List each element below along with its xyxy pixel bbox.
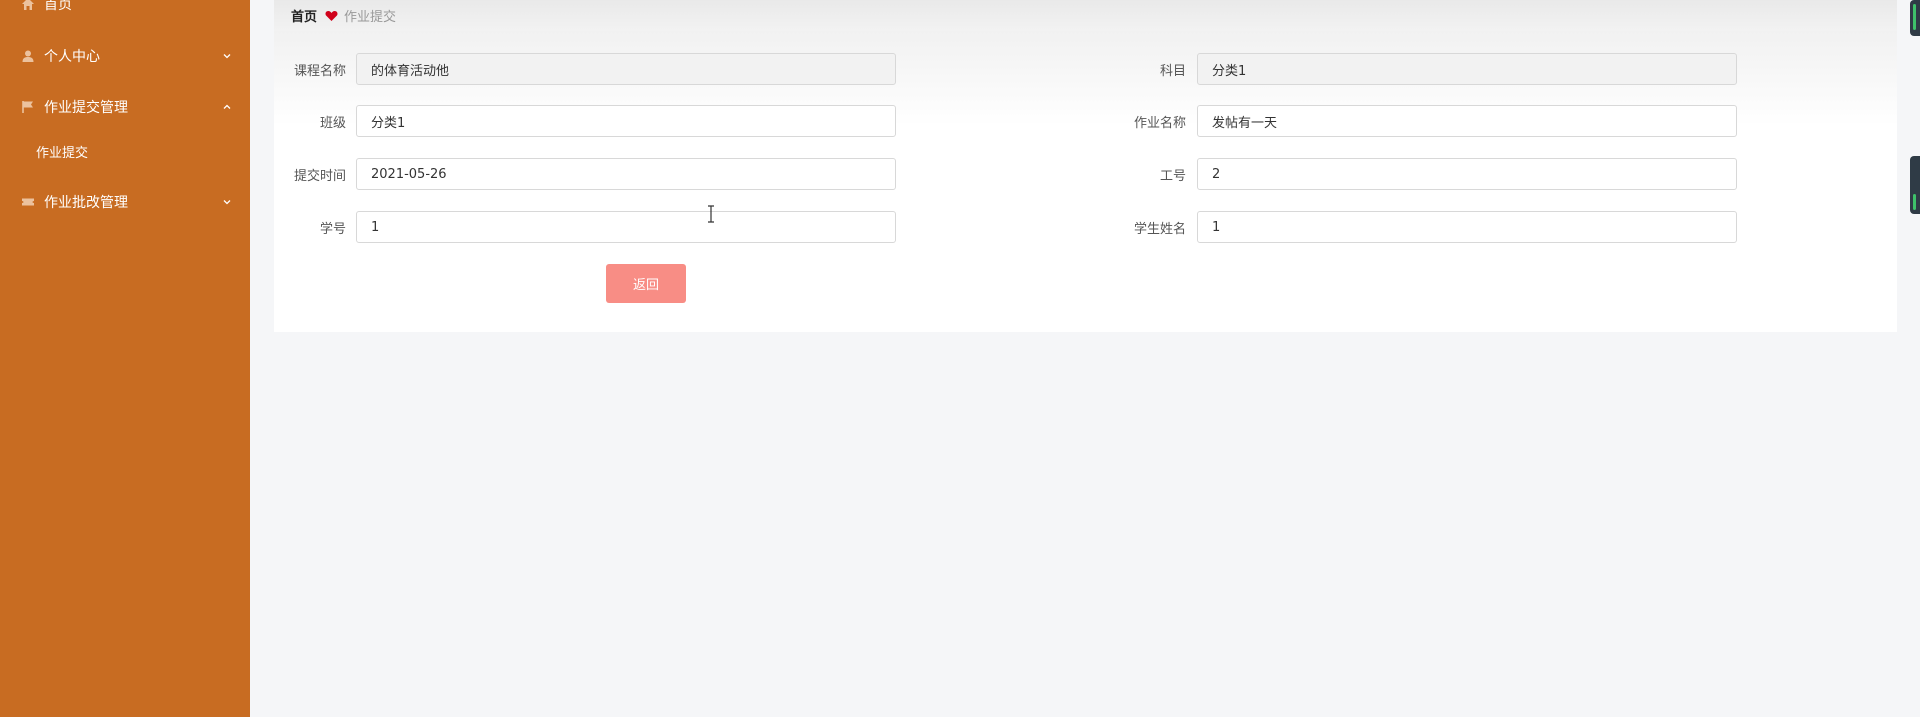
app-window: 首页 个人中心 作业提交管理 作业提交 作业批改管理 首页 作业提交 课程名称 … xyxy=(0,0,1920,717)
breadcrumb-current: 作业提交 xyxy=(344,10,397,25)
heart-icon xyxy=(325,10,338,22)
chevron-up-icon xyxy=(222,102,232,112)
homework-name-input[interactable]: 发帖有一天 xyxy=(1197,105,1737,137)
ticket-icon xyxy=(21,195,35,209)
sidebar-subitem-label: 作业提交 xyxy=(36,145,89,161)
homework-name-field: 作业名称 发帖有一天 xyxy=(1064,105,1864,137)
student-id-field: 学号 1 xyxy=(274,211,896,243)
breadcrumb-home[interactable]: 首页 xyxy=(291,6,317,25)
subject-field: 科目 分类1 xyxy=(1064,53,1864,85)
sidebar: 首页 个人中心 作业提交管理 作业提交 作业批改管理 xyxy=(0,0,250,717)
text-cursor-icon xyxy=(707,205,715,223)
staff-id-label: 工号 xyxy=(1159,168,1186,184)
sidebar-item-label: 作业提交管理 xyxy=(44,100,128,116)
submit-time-field: 提交时间 2021-05-26 xyxy=(274,158,896,190)
sidebar-item-label: 作业批改管理 xyxy=(44,195,128,211)
scrollbar-thumb[interactable] xyxy=(1910,156,1920,214)
class-input[interactable]: 分类1 xyxy=(356,105,896,137)
subject-label: 科目 xyxy=(1159,63,1186,79)
main-content: 首页 作业提交 课程名称 的体育活动他 科目 分类1 班级 分类1 作业名称 发… xyxy=(250,0,1920,717)
course-name-label: 课程名称 xyxy=(293,63,346,79)
sidebar-item-homework-submit-management[interactable]: 作业提交管理 xyxy=(0,87,250,127)
student-name-input[interactable]: 1 xyxy=(1197,211,1737,243)
student-id-label: 学号 xyxy=(319,221,346,237)
home-icon xyxy=(21,0,35,11)
flag-icon xyxy=(21,100,35,114)
sidebar-subitem-homework-submit[interactable]: 作业提交 xyxy=(0,133,250,169)
course-name-input[interactable]: 的体育活动他 xyxy=(356,53,896,85)
student-name-field: 学生姓名 1 xyxy=(1064,211,1864,243)
staff-id-input[interactable]: 2 xyxy=(1197,158,1737,190)
submit-time-input[interactable]: 2021-05-26 xyxy=(356,158,896,190)
chevron-down-icon xyxy=(222,51,232,61)
chevron-down-icon xyxy=(222,197,232,207)
staff-id-field: 工号 2 xyxy=(1064,158,1864,190)
back-button[interactable]: 返回 xyxy=(606,264,686,303)
student-name-label: 学生姓名 xyxy=(1133,221,1186,237)
student-id-input[interactable]: 1 xyxy=(356,211,896,243)
sidebar-item-personal-center[interactable]: 个人中心 xyxy=(0,36,250,76)
sidebar-item-homework-grading-management[interactable]: 作业批改管理 xyxy=(0,182,250,222)
scrollbar[interactable] xyxy=(1909,0,1920,717)
homework-detail-form: 课程名称 的体育活动他 科目 分类1 班级 分类1 作业名称 发帖有一天 提交时… xyxy=(274,31,1897,332)
class-field: 班级 分类1 xyxy=(274,105,896,137)
submit-time-label: 提交时间 xyxy=(293,168,346,184)
class-label: 班级 xyxy=(319,115,346,131)
course-name-field: 课程名称 的体育活动他 xyxy=(274,53,896,85)
sidebar-item-label: 首页 xyxy=(44,0,72,13)
scrollbar-top-handle[interactable] xyxy=(1910,0,1920,36)
user-icon xyxy=(21,49,35,63)
sidebar-item-label: 个人中心 xyxy=(44,49,100,65)
breadcrumb: 首页 作业提交 xyxy=(274,0,1897,32)
subject-input[interactable]: 分类1 xyxy=(1197,53,1737,85)
homework-name-label: 作业名称 xyxy=(1133,115,1186,131)
sidebar-item-home[interactable]: 首页 xyxy=(0,0,250,24)
